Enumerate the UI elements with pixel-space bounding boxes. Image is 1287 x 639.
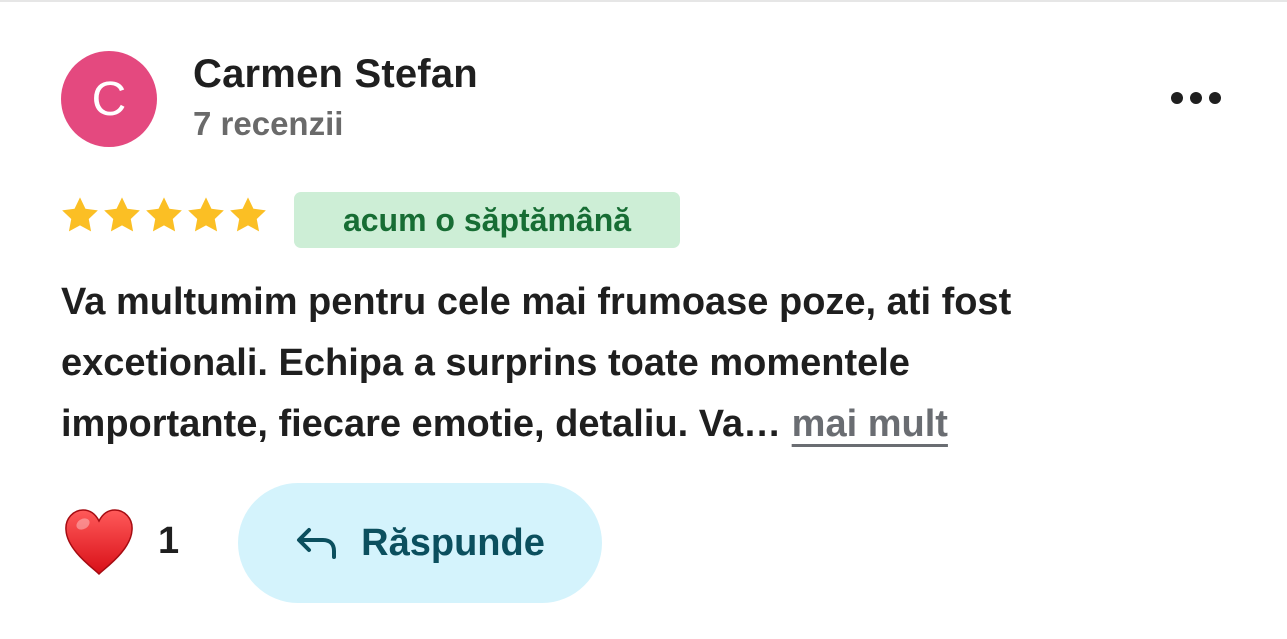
heart-icon[interactable]: [63, 508, 135, 578]
review-count: 7 recenzii: [193, 105, 344, 142]
avatar-initial: C: [91, 72, 127, 126]
review-line: excetionali. Echipa a surprins toate mom…: [61, 342, 910, 384]
top-divider: [0, 0, 1287, 2]
read-more-link[interactable]: mai mult: [792, 403, 948, 445]
reply-label: Răspunde: [361, 521, 545, 564]
reply-arrow-icon: [297, 528, 337, 559]
reply-button[interactable]: Răspunde: [238, 483, 602, 603]
avatar[interactable]: C: [61, 51, 157, 147]
reaction-count: 1: [158, 520, 180, 562]
star-icon: [146, 197, 182, 232]
review-line-last: importante, fiecare emotie, detaliu. Va……: [61, 394, 1231, 455]
review-line: importante, fiecare emotie, detaliu. Va…: [61, 403, 792, 445]
more-options-button[interactable]: [1160, 76, 1232, 120]
reviewer-name[interactable]: Carmen Stefan: [193, 52, 478, 97]
star-icon: [188, 197, 224, 232]
review-line: Va multumim pentru cele mai frumoase poz…: [61, 281, 1012, 323]
time-ago-badge: acum o săptămână: [294, 192, 680, 248]
review-text: Va multumim pentru cele mai frumoase poz…: [61, 272, 1231, 455]
star-icon: [230, 197, 266, 232]
more-horizontal-icon: [1171, 92, 1221, 104]
star-icon: [104, 197, 140, 232]
star-rating: [60, 196, 268, 234]
star-icon: [62, 197, 98, 232]
